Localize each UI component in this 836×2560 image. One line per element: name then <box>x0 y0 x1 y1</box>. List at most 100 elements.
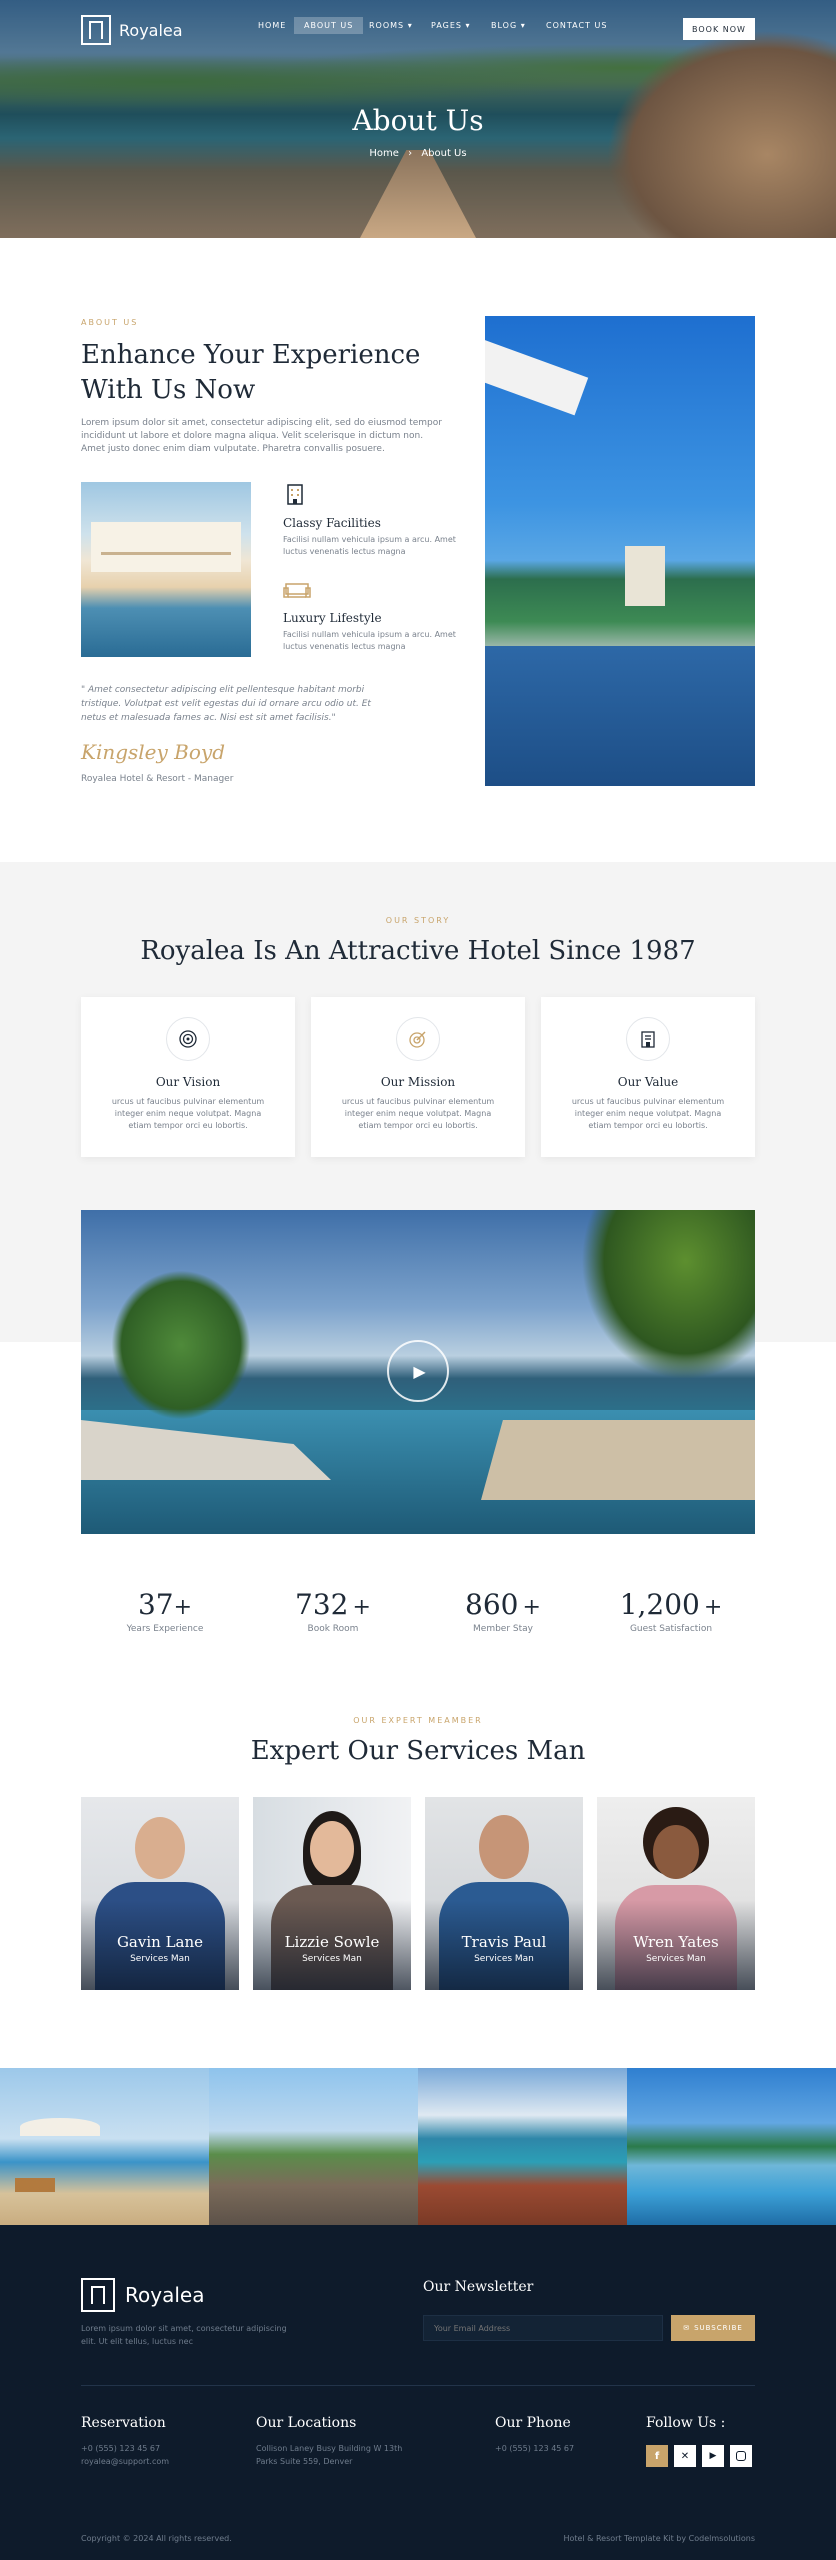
stat-number: 1,200 <box>619 1588 700 1621</box>
card-text: urcus ut faucibus pulvinar elementum int… <box>111 1097 265 1130</box>
manager-quote: " Amet consectetur adipiscing elit pelle… <box>81 685 371 723</box>
stat-label: Years Experience <box>126 1624 204 1634</box>
footer-logo[interactable]: Royalea <box>81 2278 204 2312</box>
member-name: Travis Paul <box>461 1933 547 1951</box>
team-card[interactable]: Lizzie Sowle Services Man <box>253 1797 411 1990</box>
copyright: Copyright © 2024 All rights reserved. <box>81 2534 232 2543</box>
breadcrumb-home[interactable]: Home <box>369 148 399 159</box>
twitter-icon[interactable]: ✕ <box>674 2445 696 2467</box>
sofa-icon <box>283 580 311 602</box>
gallery-image[interactable] <box>209 2068 418 2225</box>
card-title: Our Vision <box>155 1075 221 1089</box>
avatar <box>479 1815 529 1879</box>
mission-card: Our Mission urcus ut faucibus pulvinar e… <box>311 997 525 1157</box>
phone-value[interactable]: +0 (555) 123 45 67 <box>495 2442 574 2455</box>
subscribe-label: SUBSCRIBE <box>694 2324 743 2332</box>
stat-label: Guest Satisfaction <box>629 1624 713 1634</box>
footer-divider <box>81 2385 755 2386</box>
avatar <box>653 1825 699 1879</box>
chevron-down-icon: ▾ <box>520 21 526 30</box>
building-icon <box>283 482 307 506</box>
stat-label: Book Room <box>307 1624 359 1634</box>
stat-plus: + <box>173 1595 193 1620</box>
feature-text: Facilisi nullam vehicula ipsum a arcu. A… <box>283 535 456 556</box>
stat-plus: + <box>352 1595 371 1620</box>
nav-home[interactable]: HOME <box>258 21 286 30</box>
card-text: urcus ut faucibus pulvinar elementum int… <box>341 1097 495 1130</box>
chevron-down-icon: ▾ <box>407 21 413 30</box>
footer-tagline: Lorem ipsum dolor sit amet, consectetur … <box>81 2324 287 2346</box>
nav-pages-label: PAGES <box>431 21 462 30</box>
breadcrumb-separator: › <box>408 148 413 159</box>
book-now-button[interactable]: BOOK NOW <box>683 18 755 40</box>
member-name: Wren Yates <box>633 1933 719 1951</box>
newsletter-title: Our Newsletter <box>423 2279 534 2295</box>
about-title: Enhance Your Experience With Us Now <box>81 338 420 408</box>
gallery-image[interactable] <box>627 2068 836 2225</box>
feature-title: Classy Facilities <box>283 516 381 530</box>
dart-icon <box>396 1017 440 1061</box>
reservation-email[interactable]: royalea@support.com <box>81 2455 169 2468</box>
locations-title: Our Locations <box>256 2415 357 2431</box>
vision-card: Our Vision urcus ut faucibus pulvinar el… <box>81 997 295 1157</box>
about-eyebrow: ABOUT US <box>81 318 139 327</box>
subscribe-button[interactable]: ✉ SUBSCRIBE <box>671 2315 755 2341</box>
nav-pages[interactable]: PAGES ▾ <box>431 21 471 30</box>
card-title: Our Value <box>617 1075 679 1089</box>
page-title: About Us <box>352 104 484 137</box>
value-card: Our Value urcus ut faucibus pulvinar ele… <box>541 997 755 1157</box>
reservation-phone[interactable]: +0 (555) 123 45 67 <box>81 2442 160 2455</box>
team-card[interactable]: Gavin Lane Services Man <box>81 1797 239 1990</box>
hotel-icon <box>626 1017 670 1061</box>
member-role: Services Man <box>302 1954 362 1964</box>
signature: Kingsley Boyd <box>81 740 226 764</box>
stat-plus: + <box>703 1595 723 1620</box>
stat-label: Member Stay <box>473 1624 533 1634</box>
email-input[interactable] <box>423 2315 663 2341</box>
play-icon: ▶ <box>413 1361 426 1381</box>
stat-item: 37+ Years Experience <box>81 1588 249 1636</box>
nav-rooms-label: ROOMS <box>369 21 405 30</box>
nav-contact-us[interactable]: CONTACT US <box>546 21 607 30</box>
stat-plus: + <box>522 1595 541 1620</box>
breadcrumb-current: About Us <box>421 148 467 159</box>
stat-number: 732 <box>295 1588 349 1621</box>
instagram-icon[interactable] <box>730 2445 752 2467</box>
team-eyebrow: OUR EXPERT MEAMBER <box>353 1716 483 1725</box>
footer-brand-name: Royalea <box>125 2283 205 2307</box>
member-role: Services Man <box>646 1954 706 1964</box>
hotel-logo-icon <box>81 2278 115 2312</box>
locations-line-1: Collison Laney Busy Building W 13th <box>256 2444 403 2453</box>
about-title-line-2: With Us Now <box>81 375 256 405</box>
avatar <box>310 1821 354 1877</box>
gallery-image[interactable] <box>418 2068 627 2225</box>
facebook-icon[interactable]: f <box>646 2445 668 2467</box>
stat-item: 1,200 + Guest Satisfaction <box>587 1588 755 1636</box>
template-credit[interactable]: Hotel & Resort Template Kit by Codelmsol… <box>520 2532 755 2545</box>
stat-item: 732 + Book Room <box>249 1588 417 1636</box>
card-title: Our Mission <box>380 1075 456 1089</box>
story-title: Royalea Is An Attractive Hotel Since 198… <box>140 936 696 966</box>
follow-title: Follow Us : <box>646 2415 726 2431</box>
gallery-image[interactable] <box>0 2068 209 2225</box>
about-title-line-1: Enhance Your Experience <box>81 340 421 370</box>
resort-pool-image <box>485 316 755 786</box>
nav-rooms[interactable]: ROOMS ▾ <box>369 21 413 30</box>
team-card[interactable]: Travis Paul Services Man <box>425 1797 583 1990</box>
chevron-down-icon: ▾ <box>465 21 471 30</box>
avatar <box>135 1817 185 1879</box>
video-thumbnail[interactable]: ▶ <box>81 1210 755 1534</box>
feature-title: Luxury Lifestyle <box>283 611 382 625</box>
about-text: Lorem ipsum dolor sit amet, consectetur … <box>81 418 442 454</box>
manager-name: Royalea Hotel & Resort - Manager <box>81 774 234 784</box>
team-card[interactable]: Wren Yates Services Man <box>597 1797 755 1990</box>
send-icon: ✉ <box>683 2324 691 2332</box>
card-text: urcus ut faucibus pulvinar elementum int… <box>571 1097 725 1130</box>
story-eyebrow: OUR STORY <box>385 916 451 925</box>
nav-about-us[interactable]: ABOUT US <box>294 17 364 34</box>
play-button[interactable]: ▶ <box>387 1340 449 1402</box>
nav-blog-label: BLOG <box>491 21 518 30</box>
member-name: Gavin Lane <box>116 1933 204 1951</box>
youtube-icon[interactable]: ▶ <box>702 2445 724 2467</box>
nav-blog[interactable]: BLOG ▾ <box>491 21 526 30</box>
